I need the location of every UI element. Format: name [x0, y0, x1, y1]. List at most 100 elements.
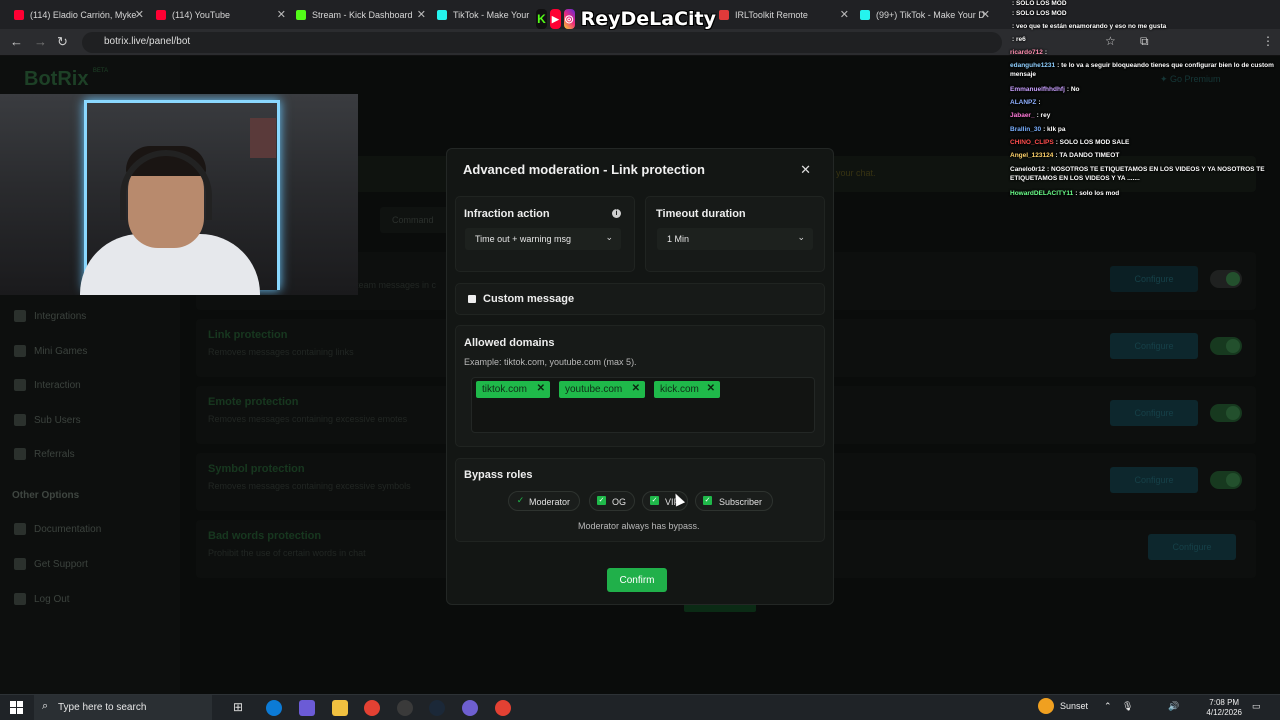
role-label: OG [612, 497, 627, 507]
url-text: botrix.live/panel/bot [104, 36, 191, 47]
timeout-select[interactable]: 1 Min ⌄ [657, 228, 813, 250]
close-icon[interactable]: ✕ [417, 8, 426, 21]
chat-text: : SOLO LOS MOD [1012, 10, 1067, 17]
tab-title: (99+) TikTok - Make Your D [876, 10, 985, 20]
logout-icon [14, 593, 26, 605]
chat-message: : SOLO LOS MOD [1010, 10, 1278, 19]
chrome-icon[interactable] [495, 700, 511, 716]
integrations-icon [14, 310, 26, 322]
taskbar-search[interactable]: ⌕ Type here to search [34, 695, 212, 720]
chat-text: : No [1066, 86, 1080, 93]
chat-text: : veo que te están enamorando y eso no m… [1012, 23, 1167, 30]
tab-title: Stream - Kick Dashboard [312, 10, 413, 20]
chat-username: Brallin_30 [1010, 126, 1042, 133]
sidebar-item-label: Sub Users [34, 414, 81, 426]
role-og[interactable]: ✓ OG [589, 491, 635, 511]
chat-overlay: : SOLO LOS MOD: SOLO LOS MOD : veo que te… [1010, 0, 1280, 202]
sidebar-item-label: Referrals [34, 448, 75, 460]
chrome-icon[interactable] [364, 700, 380, 716]
infraction-select[interactable]: Time out + warning msg ⌄ [465, 228, 621, 250]
sidebar-item-label: Get Support [34, 558, 88, 570]
remove-icon[interactable]: ✕ [632, 383, 640, 394]
forward-icon[interactable]: → [34, 34, 47, 49]
browser-tab[interactable]: (114) Eladio Carrión, Myke ✕ [14, 4, 144, 26]
kick-icon [296, 10, 306, 20]
search-placeholder: Type here to search [58, 702, 147, 713]
task-view-icon[interactable]: ⊞ [233, 700, 249, 716]
chat-message: Brallin_30: klk pa [1010, 126, 1278, 135]
music-icon [14, 379, 26, 391]
close-icon[interactable]: ✕ [277, 8, 286, 21]
support-icon [14, 558, 26, 570]
logo-text: BotRix [24, 68, 89, 90]
microphone-icon[interactable]: 🎙 [1122, 701, 1133, 712]
role-label: Subscriber [719, 497, 763, 507]
sidebar-item-sub-users[interactable]: Sub Users [14, 414, 81, 426]
tiktok-icon [860, 10, 870, 20]
weather-label[interactable]: Sunset [1060, 701, 1088, 711]
chat-message: ricardo712: [1010, 49, 1278, 58]
close-icon[interactable]: ✕ [135, 8, 144, 21]
sidebar-item-label: Documentation [34, 523, 102, 535]
chat-username: Jabaer_ [1010, 112, 1035, 119]
notification-icon[interactable]: ▭ [1252, 701, 1261, 712]
file-explorer-icon[interactable] [332, 700, 348, 716]
tray-chevron-icon[interactable]: ⌃ [1104, 701, 1112, 712]
info-icon[interactable]: i [612, 209, 621, 218]
sidebar-item-documentation[interactable]: Documentation [14, 523, 101, 535]
chat-username: HowardDELACITY11 [1010, 190, 1074, 197]
browser-tab[interactable]: Stream - Kick Dashboard ✕ [296, 4, 426, 26]
chat-message: : re6 [1010, 36, 1278, 45]
windows-start-icon[interactable] [10, 701, 23, 714]
url-field[interactable]: botrix.live/panel/bot [82, 32, 1002, 53]
confirm-button[interactable]: Confirm [607, 568, 667, 592]
copilot-icon[interactable] [299, 700, 315, 716]
sidebar-item-logout[interactable]: Log Out [14, 593, 70, 605]
sidebar-item-referrals[interactable]: Referrals [14, 448, 75, 460]
domain-chip-label: kick.com [660, 384, 699, 395]
close-icon[interactable]: ✕ [800, 162, 811, 178]
chat-message: Angel_123124: TA DANDO TIMEOT [1010, 152, 1278, 161]
role-subscriber[interactable]: ✓ Subscriber [695, 491, 773, 511]
browser-tab[interactable]: IRLToolkit Remote ✕ [719, 4, 849, 26]
chat-username: Canelo0r12 [1010, 166, 1046, 173]
chat-text: : SOLO LOS MOD SALE [1055, 139, 1130, 146]
obs-icon[interactable] [397, 700, 413, 716]
close-icon[interactable]: ✕ [840, 8, 849, 21]
browser-tab[interactable]: TikTok - Make Your Da [437, 4, 532, 26]
weather-icon [1038, 698, 1054, 714]
sidebar-item-integrations[interactable]: Integrations [14, 310, 86, 322]
sidebar-item-support[interactable]: Get Support [14, 558, 88, 570]
sidebar-item-mini-games[interactable]: Mini Games [14, 345, 87, 357]
chat-text: : klk pa [1043, 126, 1066, 133]
reload-icon[interactable]: ↻ [57, 34, 68, 50]
chat-username: Emmanuelfhhdhfj [1010, 86, 1065, 93]
volume-icon[interactable]: 🔊 [1168, 701, 1179, 712]
remove-icon[interactable]: ✕ [537, 383, 545, 394]
edge-icon[interactable] [266, 700, 282, 716]
close-icon[interactable]: ✕ [981, 8, 990, 21]
back-icon[interactable]: ← [10, 34, 23, 49]
search-icon: ⌕ [42, 700, 49, 712]
youtube-icon [156, 10, 166, 20]
browser-tab[interactable]: (99+) TikTok - Make Your D ✕ [860, 4, 990, 26]
browser-tab[interactable]: (114) YouTube ✕ [156, 4, 286, 26]
tab-title: (114) Eladio Carrión, Myke [30, 10, 137, 20]
modal-title: Advanced moderation - Link protection [463, 162, 705, 177]
chevron-down-icon: ⌄ [605, 232, 613, 242]
remove-icon[interactable]: ✕ [707, 383, 715, 394]
tiktok-icon [437, 10, 447, 20]
chat-message: : SOLO LOS MOD [1010, 0, 1278, 9]
taskbar-clock[interactable]: 7:08 PM 4/12/2026 [1206, 698, 1242, 718]
app-icon[interactable] [462, 700, 478, 716]
bypass-note: Moderator always has bypass. [578, 521, 700, 531]
check-icon: ✓ [516, 495, 525, 505]
instagram-icon: ◎ [563, 9, 575, 29]
checkbox-checked-icon: ✓ [597, 496, 606, 505]
steam-icon[interactable] [429, 700, 445, 716]
sidebar-item-interaction[interactable]: Interaction [14, 379, 81, 391]
chat-text: : [1044, 49, 1048, 56]
role-moderator[interactable]: ✓ Moderator [508, 491, 580, 511]
custom-message-checkbox[interactable] [468, 295, 476, 303]
chat-message: Jabaer_: rey [1010, 112, 1278, 121]
